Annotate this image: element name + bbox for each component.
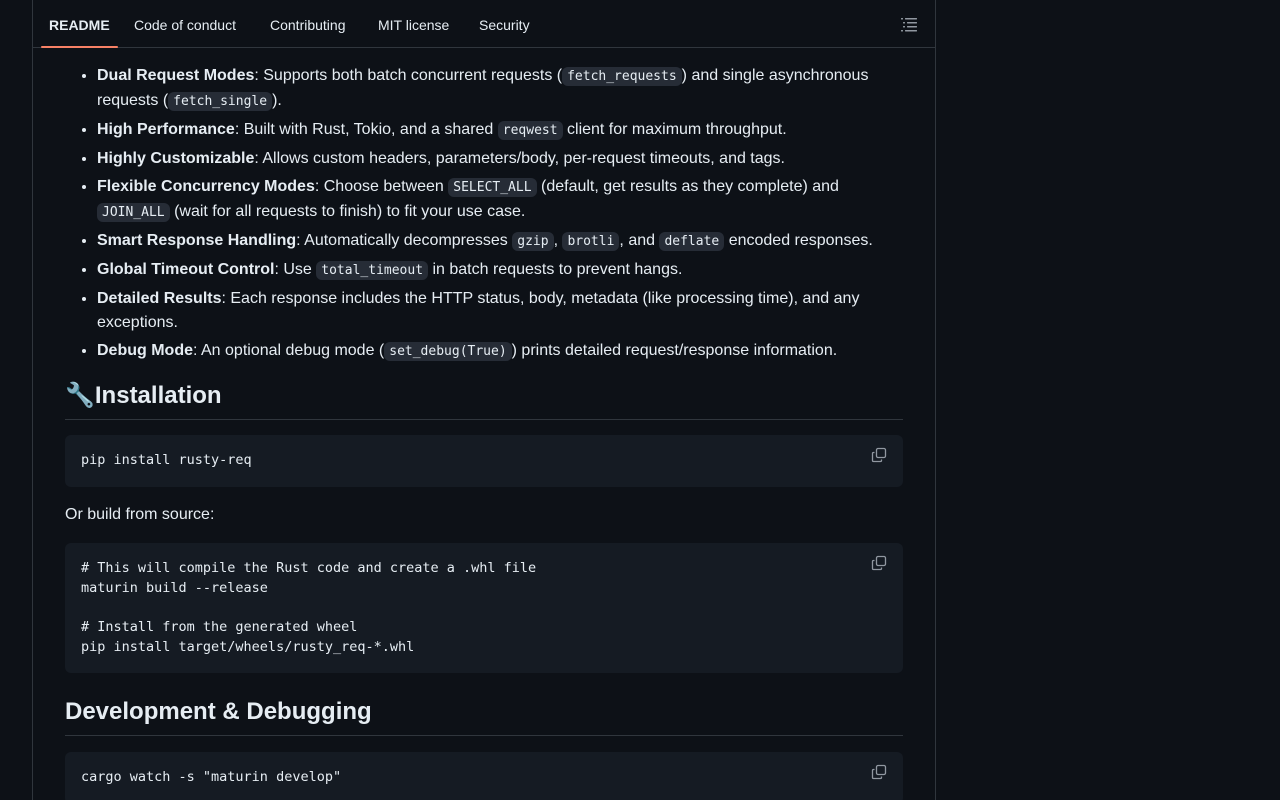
tab-mit-license[interactable]: MIT license [378,0,449,47]
tab-code-of-conduct[interactable]: Code of conduct [134,0,236,47]
copy-icon[interactable] [871,555,889,573]
readme-panel: README Code of conduct Contributing MIT … [32,0,936,800]
list-item: Highly Customizable: Allows custom heade… [97,147,903,171]
build-from-source-text: Or build from source: [65,506,215,523]
feature-list: Dual Request Modes: Supports both batch … [65,64,903,368]
copy-icon[interactable] [871,447,889,465]
list-item: Flexible Concurrency Modes: Choose betwe… [97,175,903,225]
code-block-build-source: # This will compile the Rust code and cr… [65,543,903,673]
copy-icon[interactable] [871,764,889,782]
list-item: Smart Response Handling: Automatically d… [97,229,903,254]
outline-list-icon[interactable] [901,16,919,32]
wrench-icon: 🔧 [65,382,95,409]
tab-readme[interactable]: README [41,0,118,48]
list-item: Debug Mode: An optional debug mode (set_… [97,339,903,364]
development-heading: Development & Debugging [65,697,903,736]
readme-tab-bar: README Code of conduct Contributing MIT … [33,0,935,48]
tab-contributing[interactable]: Contributing [270,0,346,47]
list-item: High Performance: Built with Rust, Tokio… [97,118,903,143]
tab-security[interactable]: Security [479,0,530,47]
list-item: Dual Request Modes: Supports both batch … [97,64,903,114]
code-block-cargo-watch: cargo watch -s "maturin develop" [65,752,903,800]
code-block-pip-install: pip install rusty-req [65,435,903,487]
installation-heading: 🔧Installation [65,381,903,420]
list-item: Global Timeout Control: Use total_timeou… [97,258,903,283]
list-item: Detailed Results: Each response includes… [97,287,903,335]
